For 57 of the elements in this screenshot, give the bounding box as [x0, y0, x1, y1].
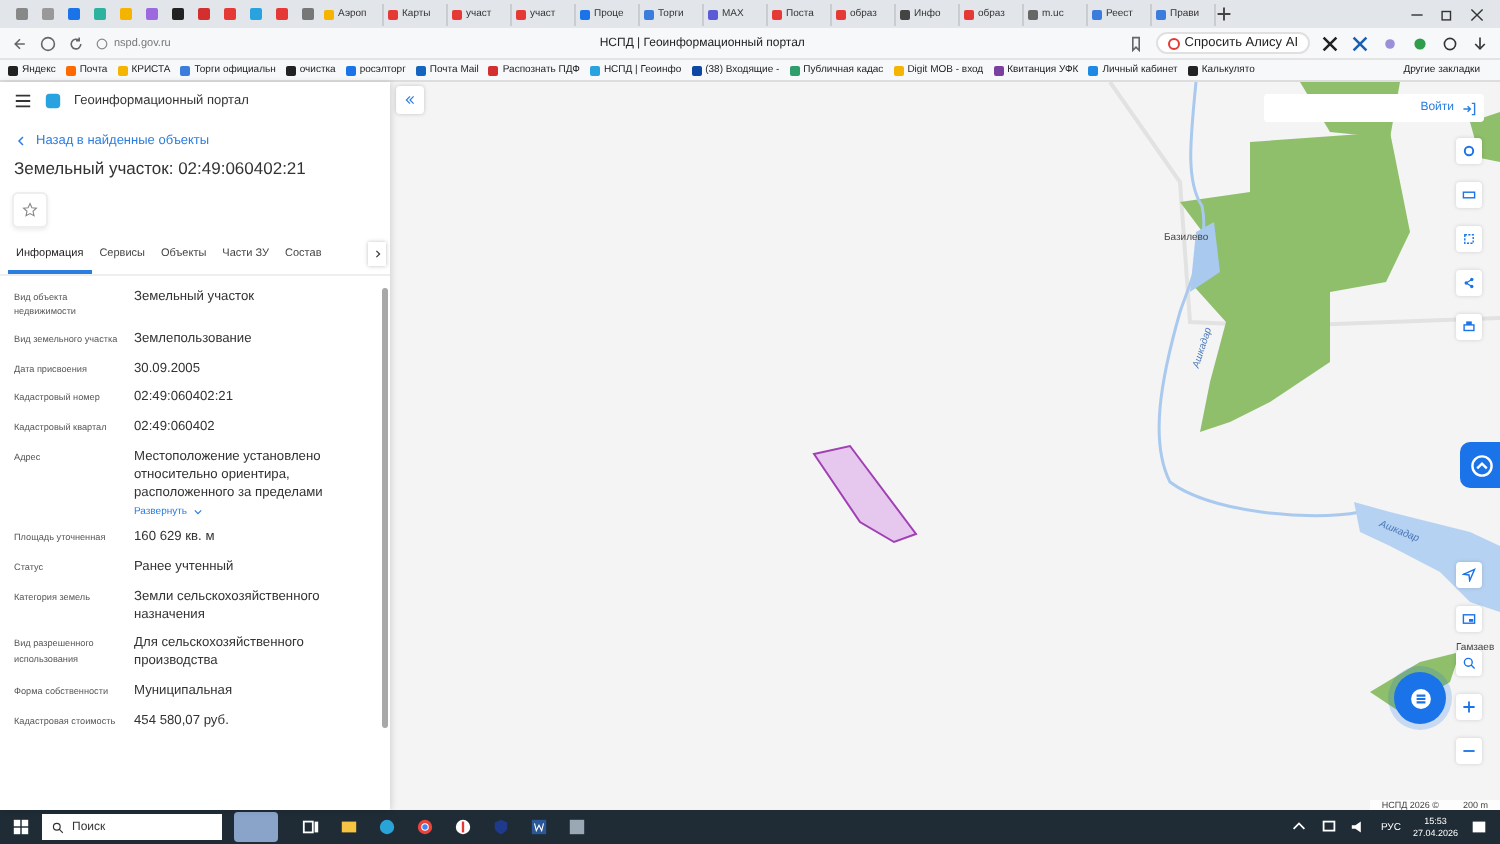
chevron-down-icon — [193, 507, 202, 516]
zoom-in-icon — [1462, 700, 1476, 714]
zoom-out-button[interactable] — [1456, 738, 1482, 764]
measure-area-icon — [1462, 232, 1476, 246]
extension-icon — [1322, 35, 1338, 51]
folder-icon — [340, 818, 358, 836]
chat-tab-button[interactable] — [1460, 442, 1500, 488]
share-icon — [1462, 276, 1476, 290]
restore-icon — [1440, 7, 1454, 21]
word-icon — [530, 818, 548, 836]
favorite-button[interactable] — [12, 192, 48, 228]
search-icon — [52, 821, 64, 833]
legend-button[interactable] — [1394, 672, 1446, 724]
menu-icon — [14, 91, 32, 109]
zoom-in-button[interactable] — [1456, 694, 1482, 720]
close-icon — [1470, 7, 1484, 21]
ruler-button[interactable] — [1456, 182, 1482, 208]
ruler-icon — [1462, 188, 1476, 202]
print-button[interactable] — [1456, 314, 1482, 340]
navigation-arrow-button[interactable] — [1456, 562, 1482, 588]
minimap-icon — [1462, 612, 1476, 626]
share-button[interactable] — [1456, 270, 1482, 296]
forward-circle-icon — [40, 35, 56, 51]
collapse-panel-button[interactable] — [396, 86, 424, 114]
tabs-scroll-button[interactable] — [368, 242, 386, 266]
chevron-right-icon — [373, 250, 381, 258]
download-icon — [1472, 35, 1488, 51]
login-icon — [1462, 101, 1476, 115]
zoom-search-icon — [1462, 656, 1476, 670]
print-icon — [1462, 320, 1476, 334]
extension-icon — [1352, 35, 1368, 51]
task-view-icon — [302, 818, 320, 836]
minimap-button[interactable] — [1456, 606, 1482, 632]
zoom-search-button[interactable] — [1456, 650, 1482, 676]
shield-icon — [492, 818, 510, 836]
edge-icon — [378, 818, 396, 836]
zoom-out-icon — [1462, 744, 1476, 758]
navigation-arrow-icon — [1462, 568, 1476, 582]
back-arrow-icon — [12, 35, 28, 51]
chrome-icon — [416, 818, 434, 836]
notification-icon — [1470, 818, 1488, 836]
list-icon — [1409, 687, 1431, 709]
settings-button[interactable] — [1456, 138, 1482, 164]
windows-start-icon — [12, 818, 30, 836]
scrollbar-thumb[interactable] — [381, 288, 387, 728]
new-tab-icon[interactable] — [1216, 6, 1232, 22]
app-window-icon — [568, 818, 586, 836]
object-title: Земельный участок: 02:49:060402:21 — [12, 156, 308, 178]
chevron-left-icon — [16, 136, 26, 146]
portal-logo-icon — [44, 91, 62, 109]
network-icon — [1320, 818, 1339, 836]
bookmark-icon — [1128, 35, 1145, 51]
reload-icon — [68, 35, 84, 51]
measure-area-button[interactable] — [1456, 226, 1482, 252]
land-parcel-shape — [812, 444, 918, 544]
star-icon — [22, 202, 38, 218]
double-chevron-icon — [404, 94, 416, 106]
